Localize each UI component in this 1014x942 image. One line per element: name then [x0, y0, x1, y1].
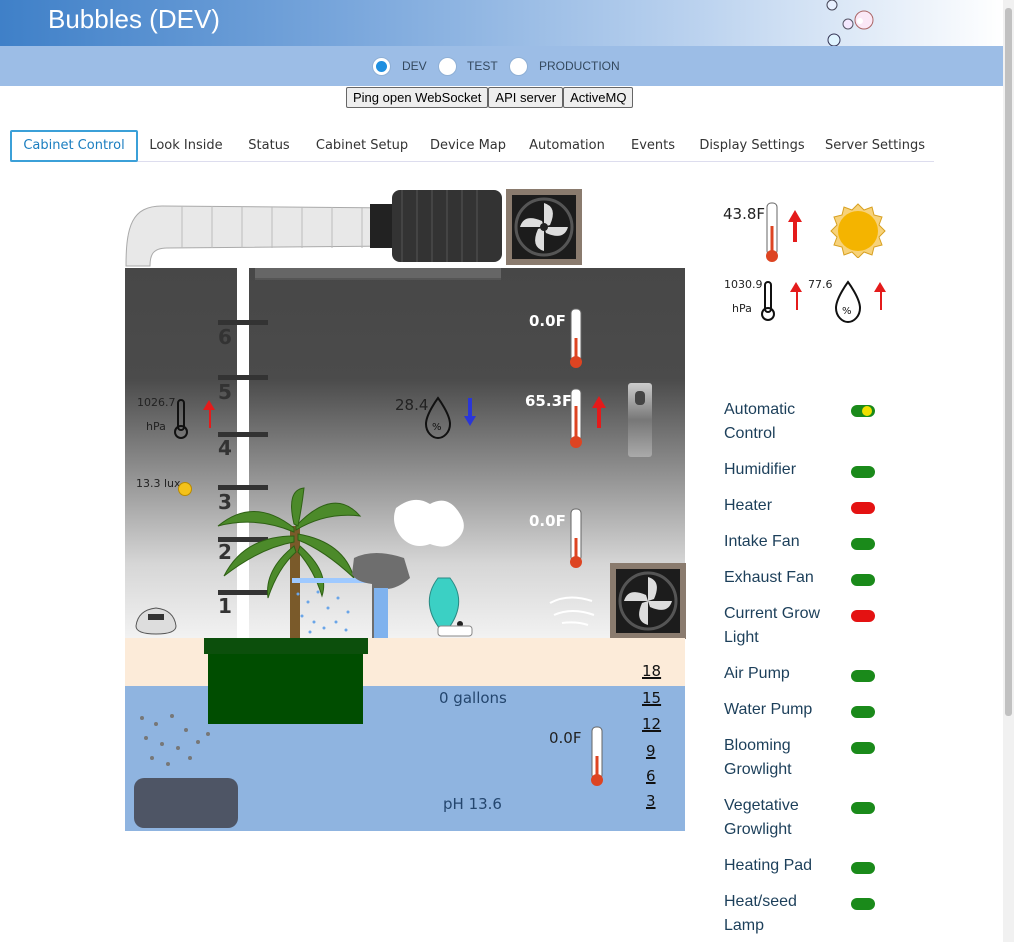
env-radio-dev[interactable]	[372, 57, 391, 76]
toggle-automatic-control[interactable]	[851, 405, 875, 417]
toggle-intake-fan[interactable]	[851, 538, 875, 550]
cabinet-pressure-unit: hPa	[146, 420, 166, 433]
air-stone-icon	[134, 714, 238, 828]
shelf-number: 4	[218, 436, 232, 460]
shelf-number: 6	[218, 325, 232, 349]
sun-icon	[830, 203, 886, 258]
app-header: Bubbles (DEV)	[0, 0, 1003, 46]
cabinet-temp-top-value: 0.0F	[529, 312, 566, 330]
thermometer-icon	[570, 508, 582, 568]
plant-pot-rim	[204, 638, 368, 654]
svg-text:%: %	[432, 422, 442, 433]
outside-thermometer-rising-icon	[766, 202, 802, 262]
activemq-button[interactable]: ActiveMQ	[563, 87, 634, 108]
outside-barometer-icon	[761, 281, 802, 321]
tab-cabinet-setup[interactable]: Cabinet Setup	[314, 130, 410, 162]
light-sensor-icon	[178, 482, 192, 496]
toggle-water-pump[interactable]	[851, 706, 875, 718]
shelf-number: 5	[218, 380, 232, 404]
grow-light-bar	[255, 268, 501, 280]
bubbles-logo-icon	[826, 0, 874, 46]
env-label-dev: DEV	[402, 59, 427, 73]
svg-text:%: %	[842, 306, 852, 317]
tab-display-settings[interactable]: Display Settings	[698, 130, 806, 162]
device-label-exhaust-fan: Exhaust Fan	[724, 569, 814, 586]
thermometer-icon	[570, 308, 582, 368]
heater-icon	[628, 383, 652, 457]
cabinet-temp-upper-value: 65.3F	[525, 392, 573, 410]
water-level-mark: 15	[642, 689, 662, 707]
tab-device-map[interactable]: Device Map	[428, 130, 508, 162]
water-level-mark: 6	[646, 767, 656, 785]
device-label-water-pump: Water Pump	[724, 701, 813, 718]
cabinet-humidity-icon: %	[424, 396, 476, 440]
cabinet-barometer-icon	[174, 399, 215, 439]
water-level-mark: 9	[646, 742, 656, 760]
air-pump-icon	[135, 607, 177, 635]
water-level-mark: 18	[642, 662, 662, 680]
main-tabs: Cabinet Control Look Inside Status Cabin…	[10, 130, 934, 162]
scrollbar-thumb[interactable]	[1005, 8, 1012, 716]
device-label-intake-fan: Intake Fan	[724, 533, 800, 550]
device-label-heat-seed-lamp: Heat/seed Lamp	[724, 893, 797, 934]
cabinet-temp-lower-value: 0.0F	[529, 512, 566, 530]
outside-humidity-value: 77.6	[808, 278, 833, 291]
toggle-blooming-growlight[interactable]	[851, 742, 875, 754]
toggle-heater[interactable]	[851, 502, 875, 514]
toggle-humidifier[interactable]	[851, 466, 875, 478]
tab-automation[interactable]: Automation	[526, 130, 608, 162]
cabinet-pressure-value: 1026.7	[137, 396, 176, 409]
tab-server-settings[interactable]: Server Settings	[824, 130, 926, 162]
toggle-air-pump[interactable]	[851, 670, 875, 682]
outside-pressure-value: 1030.9	[724, 278, 763, 291]
outside-pressure-unit: hPa	[732, 302, 752, 315]
device-label-blooming-growlight: Blooming Growlight	[724, 737, 792, 778]
tab-events[interactable]: Events	[626, 130, 680, 162]
water-level-mark: 12	[642, 715, 662, 733]
reservoir-ph: pH 13.6	[443, 795, 502, 813]
intake-fan-icon	[549, 563, 686, 639]
page-scrollbar[interactable]	[1003, 0, 1014, 942]
toggle-heat-seed-lamp[interactable]	[851, 898, 875, 910]
device-label-automatic-control: Automatic Control	[724, 401, 796, 442]
top-exhaust-fan-icon	[506, 189, 582, 265]
toggle-heating-pad[interactable]	[851, 862, 875, 874]
device-label-humidifier: Humidifier	[724, 461, 797, 478]
app-title: Bubbles (DEV)	[48, 4, 220, 34]
thermometer-rising-icon	[570, 388, 606, 448]
reservoir-gallons: 0 gallons	[439, 689, 507, 707]
device-label-current-grow-light: Current Grow Light	[724, 605, 821, 646]
tab-cabinet-control[interactable]: Cabinet Control	[10, 130, 138, 162]
tab-status[interactable]: Status	[244, 130, 294, 162]
device-label-heating-pad: Heating Pad	[724, 857, 813, 874]
thermometer-icon	[591, 726, 603, 786]
humidifier-icon	[394, 499, 473, 637]
env-label-test: TEST	[467, 59, 498, 73]
toggle-current-grow-light[interactable]	[851, 610, 875, 622]
device-label-heater: Heater	[724, 497, 773, 514]
env-label-production: PRODUCTION	[539, 59, 620, 73]
outside-temp-value: 43.8F	[723, 205, 766, 223]
device-label-air-pump: Air Pump	[724, 665, 790, 682]
device-label-vegetative-growlight: Vegetative Growlight	[724, 797, 799, 838]
api-server-button[interactable]: API server	[488, 87, 564, 108]
env-radio-test[interactable]	[438, 57, 457, 76]
env-radio-production[interactable]	[509, 57, 528, 76]
water-level-mark: 3	[646, 792, 656, 810]
toggle-exhaust-fan[interactable]	[851, 574, 875, 586]
tab-look-inside[interactable]: Look Inside	[146, 130, 226, 162]
outside-humidity-icon: %	[834, 280, 886, 324]
environment-selector: DEV TEST PRODUCTION	[0, 46, 1003, 86]
server-buttons: Ping open WebSocket API server ActiveMQ	[346, 87, 634, 108]
ping-websocket-button[interactable]: Ping open WebSocket	[346, 87, 489, 108]
cabinet-lux-value: 13.3 lux	[136, 477, 181, 490]
toggle-vegetative-growlight[interactable]	[851, 802, 875, 814]
reservoir-temp-value: 0.0F	[549, 729, 582, 747]
